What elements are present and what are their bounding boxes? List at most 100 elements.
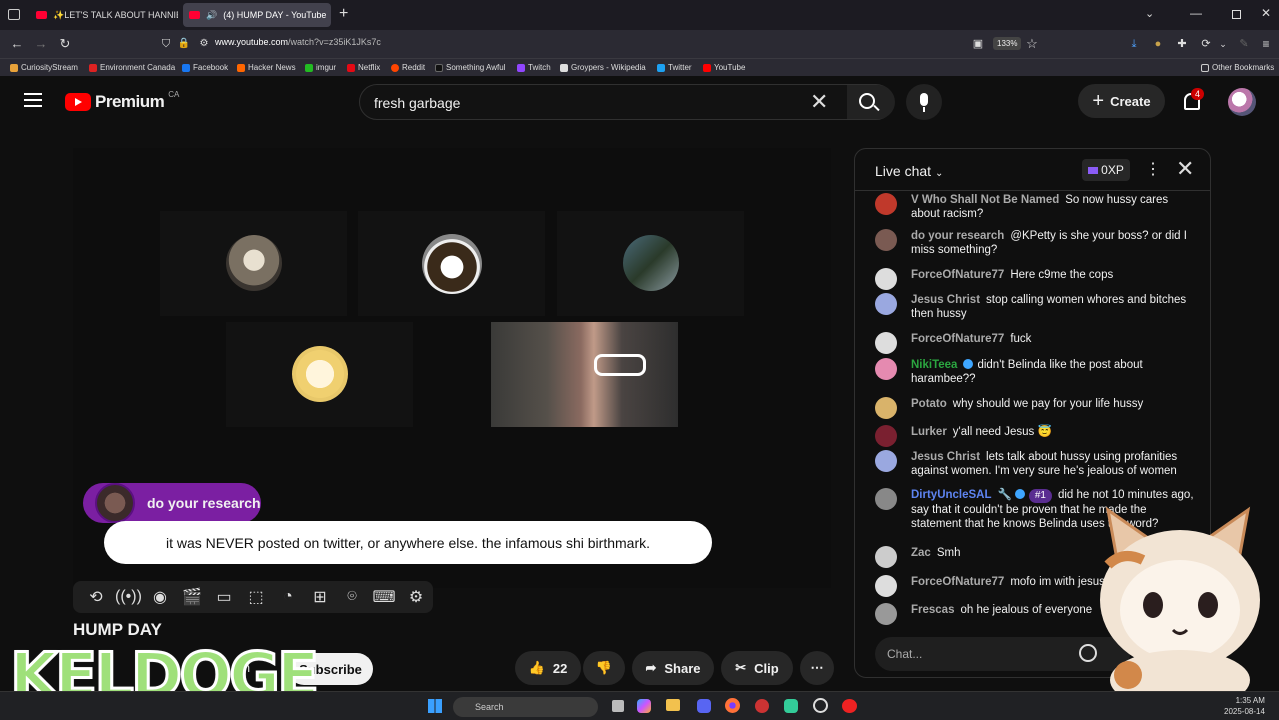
leaderboard-rank-badge: #1	[1028, 489, 1052, 503]
minimize-window-button[interactable]: —	[1190, 6, 1202, 20]
close-window-button[interactable]: ✕	[1261, 6, 1271, 20]
live-broadcast-icon[interactable]: ((•))	[115, 588, 142, 606]
bookmark-reddit[interactable]: Reddit	[391, 63, 425, 72]
permissions-icon[interactable]: ⚙	[196, 36, 212, 52]
bookmark-netflix[interactable]: Netflix	[347, 63, 380, 72]
chat-author[interactable]: Jesus Christ	[911, 451, 980, 463]
taskbar-search-box[interactable]: Search	[453, 697, 598, 717]
firefox-icon[interactable]	[725, 698, 740, 713]
chat-author[interactable]: NikiTeea	[911, 359, 957, 371]
bookmark-environment-canada[interactable]: Environment Canada	[89, 63, 175, 72]
bookmark-curiositystream[interactable]: CuriosityStream	[10, 63, 78, 72]
bookmark-something-awful[interactable]: Something Awful	[435, 63, 505, 72]
bookmark-groypers-wikipedia[interactable]: Groypers - Wikipedia	[560, 63, 646, 72]
chat-author[interactable]: Zac	[911, 547, 931, 559]
chat-author[interactable]: ForceOfNature77	[911, 269, 1004, 281]
pen-icon[interactable]: ✎	[1236, 36, 1252, 52]
chat-author[interactable]: ForceOfNature77	[911, 576, 1004, 588]
chat-author[interactable]: Frescas	[911, 604, 954, 616]
dislike-button[interactable]: 👎	[583, 651, 625, 685]
chat-author[interactable]: Potato	[911, 398, 947, 410]
chevron-down-icon[interactable]: ⌄	[1215, 36, 1231, 52]
system-clock[interactable]: 1:35 AM 2025-08-14	[1224, 695, 1265, 717]
bookmark-star-icon[interactable]: ☆	[1024, 36, 1040, 52]
task-view-icon[interactable]	[612, 700, 624, 712]
bookmark-youtube[interactable]: YouTube	[703, 63, 745, 72]
chat-author[interactable]: Lurker	[911, 426, 947, 438]
theater-mode-icon[interactable]: ⬚	[243, 587, 269, 607]
chat-author[interactable]: V Who Shall Not Be Named	[911, 194, 1059, 206]
speaker-icon[interactable]: 🔊	[206, 10, 217, 21]
gear-icon[interactable]: ⚙	[403, 587, 429, 607]
chat-author[interactable]: do your research	[911, 230, 1004, 242]
more-actions-button[interactable]: ⋯	[800, 651, 834, 685]
tab-list-icon[interactable]	[8, 9, 20, 20]
bookmark-hacker-news[interactable]: Hacker News	[237, 63, 296, 72]
like-count: 22	[552, 660, 568, 676]
media-player-icon[interactable]	[813, 698, 828, 713]
watch-icon[interactable]: ◉	[147, 587, 173, 607]
app-icon-red[interactable]	[755, 699, 769, 713]
like-button[interactable]: 👍 22	[515, 651, 581, 685]
search-box[interactable]: fresh garbage ✕	[359, 84, 895, 120]
extension-icon[interactable]: ●	[1150, 36, 1166, 52]
loop-icon[interactable]: ⟲	[83, 587, 109, 607]
youtube-app-icon[interactable]	[842, 699, 857, 713]
live-chat-title-dropdown[interactable]: Live chat ⌄	[875, 163, 943, 179]
downloads-icon[interactable]: ⤓	[1126, 36, 1142, 52]
discord-icon[interactable]	[697, 699, 711, 713]
copilot-icon[interactable]	[637, 699, 651, 713]
list-all-tabs-icon[interactable]: ⌄	[1145, 7, 1154, 20]
search-icon[interactable]	[847, 85, 895, 119]
bookmark-label: Other Bookmarks	[1212, 63, 1275, 72]
miniplayer-icon[interactable]: ▭	[211, 587, 237, 607]
chat-avatar	[875, 293, 897, 315]
account-avatar[interactable]	[1228, 88, 1256, 116]
windows-start-icon[interactable]	[428, 699, 442, 713]
url-bar[interactable]: www.youtube.com/watch?v=z35iK1JKs7c	[215, 37, 381, 47]
close-chat-icon[interactable]: ✕	[1176, 156, 1194, 182]
clip-button[interactable]: ✂ Clip	[721, 651, 793, 685]
bookmark-label: Reddit	[402, 63, 426, 72]
add-frame-icon[interactable]: ⊞	[307, 587, 333, 607]
youtube-premium-logo[interactable]: Premium CA	[65, 90, 179, 112]
chat-author[interactable]: DirtyUncleSAL	[911, 489, 992, 501]
picture-in-picture-icon[interactable]: ▣	[970, 36, 986, 52]
bookmark-twitch[interactable]: Twitch	[517, 63, 551, 72]
new-tab-button[interactable]: +	[339, 5, 348, 23]
extensions-puzzle-icon[interactable]: ✚	[1174, 36, 1190, 52]
create-button[interactable]: + Create	[1078, 84, 1165, 118]
share-button[interactable]: ➦ Share	[632, 651, 714, 685]
chat-author[interactable]: ForceOfNature77	[911, 333, 1004, 345]
reload-icon[interactable]: ↻	[57, 36, 73, 52]
chat-more-options-icon[interactable]: ⋮	[1145, 159, 1161, 179]
microphone-icon[interactable]	[906, 84, 942, 120]
file-explorer-icon[interactable]	[666, 699, 680, 711]
tab-hump-day[interactable]: 🔊 (4) HUMP DAY - YouTube ✕	[183, 3, 331, 27]
camera-icon[interactable]: ⌾	[339, 588, 365, 606]
sync-icon[interactable]: ⟳	[1198, 36, 1214, 52]
bookmark-imgur[interactable]: imgur	[305, 63, 336, 72]
keyboard-icon[interactable]: ⌨	[371, 587, 397, 607]
zoom-level-badge[interactable]: 133%	[993, 37, 1022, 50]
hamburger-menu-icon[interactable]	[24, 93, 42, 107]
participant-tile	[358, 211, 545, 316]
clapperboard-icon[interactable]: 🎬	[179, 587, 205, 607]
search-input[interactable]: fresh garbage	[374, 95, 460, 111]
app-icon-green[interactable]	[784, 699, 798, 713]
lock-icon[interactable]: 🔒	[176, 36, 192, 52]
xp-badge[interactable]: 0XP	[1082, 159, 1130, 181]
maximize-window-button[interactable]	[1232, 10, 1241, 19]
back-arrow-icon[interactable]: ←	[9, 36, 25, 52]
forward-arrow-icon[interactable]: →	[33, 36, 49, 52]
app-menu-icon[interactable]: ≡	[1258, 36, 1274, 52]
tab-hannibal[interactable]: ✨LET'S TALK ABOUT HANNIB/ ✕	[30, 3, 178, 27]
clear-search-icon[interactable]: ✕	[810, 89, 828, 115]
chat-text: fuck	[1010, 333, 1032, 345]
shield-icon[interactable]: ⛉	[158, 36, 174, 52]
other-bookmarks[interactable]: Other Bookmarks	[1201, 63, 1274, 72]
bookmark-facebook[interactable]: Facebook	[182, 63, 228, 72]
chat-author[interactable]: Jesus Christ	[911, 294, 980, 306]
bookmark-twitter[interactable]: Twitter	[657, 63, 692, 72]
speedometer-icon[interactable]: ◔	[275, 588, 301, 606]
